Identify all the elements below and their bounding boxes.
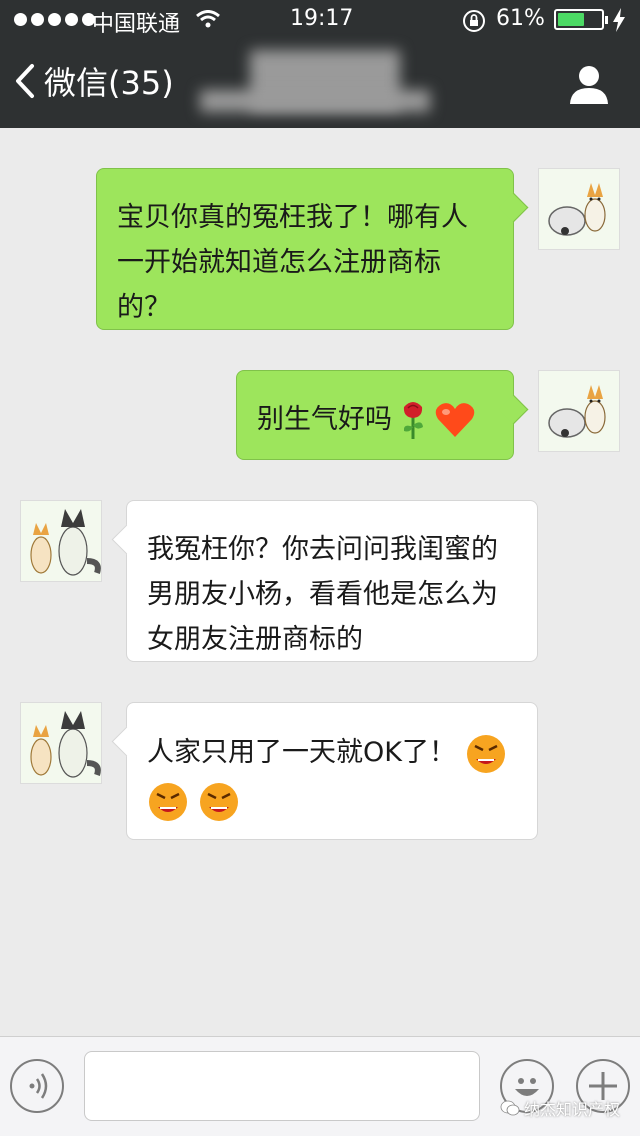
message-text-line: 宝贝你真的冤枉我了！哪有人 <box>117 202 468 233</box>
voice-icon <box>29 1073 48 1099</box>
wechat-logo-icon <box>500 1100 520 1116</box>
back-label: 微信(35) <box>44 64 174 102</box>
received-message-bubble[interactable]: 我冤枉你？你去问问我闺蜜的 男朋友小杨，看看他是怎么为 女朋友注册商标的 <box>111 500 538 662</box>
message-text: 别生气好吗 <box>257 404 392 435</box>
chevron-left-icon <box>16 64 34 98</box>
clock: 19:17 <box>290 6 354 31</box>
message-text-line: 女朋友注册商标的 <box>147 624 363 655</box>
person-icon <box>570 66 608 104</box>
message-text-line: 我冤枉你？你去问问我闺蜜的 <box>147 534 498 565</box>
input-toolbar <box>0 1036 640 1136</box>
battery-icon <box>554 9 608 30</box>
message-text-line: 男朋友小杨，看看他是怎么为 <box>147 579 498 610</box>
angry-face-emoji-icon <box>466 734 505 773</box>
message-text-line: 一开始就知道怎么注册商标 <box>117 247 441 278</box>
message-text-line: 的？ <box>117 292 171 323</box>
back-button[interactable]: 微信(35) <box>14 58 174 104</box>
received-message-bubble[interactable]: 人家只用了一天就OK了！ <box>111 702 538 840</box>
signal-strength-icon <box>14 13 95 26</box>
cartoon-pets-avatar-icon <box>548 385 606 438</box>
chat-header: 微信(35) <box>0 40 640 128</box>
my-avatar[interactable] <box>538 168 620 250</box>
cartoon-pets-avatar-icon <box>30 509 101 576</box>
cartoon-pets-avatar-icon <box>548 183 606 236</box>
redacted-chat-title <box>200 50 430 112</box>
rose-emoji-icon <box>403 401 423 439</box>
contact-info-button[interactable] <box>568 64 610 108</box>
charging-bolt-icon <box>613 8 625 32</box>
watermark-text: 纳杰知识产权 <box>524 1100 621 1119</box>
sent-message-bubble[interactable]: 别生气好吗 <box>236 370 529 460</box>
wifi-icon <box>196 10 220 28</box>
my-avatar[interactable] <box>538 370 620 452</box>
message-input[interactable] <box>84 1051 480 1121</box>
heart-emoji-icon <box>435 402 475 437</box>
message-text: 人家只用了一天就OK了！ <box>147 737 456 768</box>
angry-face-emoji-icon <box>149 782 187 821</box>
contact-avatar[interactable] <box>20 500 102 582</box>
cartoon-pets-avatar-icon <box>30 711 101 778</box>
angry-face-emoji-icon <box>199 782 238 821</box>
status-bar: 中国联通 19:17 61% <box>0 0 640 40</box>
orientation-lock-icon <box>463 10 485 32</box>
watermark: 纳杰知识产权 <box>500 1096 620 1120</box>
carrier-name: 中国联通 <box>92 12 181 37</box>
sent-message-bubble[interactable]: 宝贝你真的冤枉我了！哪有人 一开始就知道怎么注册商标 的？ <box>96 168 529 330</box>
contact-avatar[interactable] <box>20 702 102 784</box>
message-list[interactable]: 宝贝你真的冤枉我了！哪有人 一开始就知道怎么注册商标 的？ 别生气好吗 我冤枉你… <box>0 128 640 1036</box>
voice-input-button[interactable] <box>10 1059 64 1113</box>
battery-percent: 61% <box>496 6 545 31</box>
